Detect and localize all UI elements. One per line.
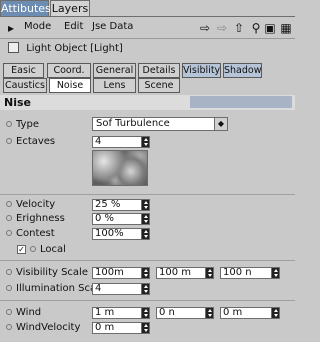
type-label-text: Type — [16, 119, 39, 130]
menu-bar: ▸ Mode Edit Jse Data ⇨ ⇨ ⇧ ⚲ ▣ ▦ — [0, 18, 295, 39]
visibility-scale-label: Visibility Scale — [6, 267, 88, 278]
animate-dot-icon[interactable] — [30, 246, 36, 252]
tab-attributes[interactable]: Attibutes — [0, 0, 51, 17]
section-title: Nise — [4, 96, 31, 109]
visibility-scale-z-stepper[interactable] — [271, 267, 280, 279]
visibility-scale-x-stepper[interactable] — [141, 267, 150, 279]
subtab-basic[interactable]: Easic — [3, 63, 44, 78]
object-header: Light Object [Light] — [8, 41, 123, 57]
tab-underline — [0, 16, 295, 17]
wind-velocity-stepper[interactable] — [141, 322, 150, 334]
animate-dot-icon[interactable] — [6, 230, 12, 236]
animate-dot-icon[interactable] — [6, 201, 12, 207]
contrast-field[interactable]: 100% — [92, 228, 142, 240]
velocity-stepper[interactable] — [141, 199, 150, 211]
subtab-details[interactable]: Details — [138, 63, 180, 78]
noise-preview-image — [92, 150, 148, 186]
local-label-text: Local — [40, 244, 66, 255]
octaves-field[interactable]: 4 — [92, 136, 142, 148]
panel-tabs: Attibutes Layers — [0, 0, 295, 17]
section-bar — [190, 96, 292, 108]
wind-z-stepper[interactable] — [271, 307, 280, 319]
subtab-general[interactable]: General — [93, 63, 136, 78]
brightness-field[interactable]: 0 % — [92, 213, 142, 225]
velocity-label-text: Velocity — [16, 199, 56, 210]
wind-label: Wind — [6, 307, 41, 318]
menu-mode[interactable]: Mode — [24, 21, 51, 32]
brightness-label: Erighness — [6, 213, 65, 224]
arrow-left-icon[interactable]: ⇨ — [198, 20, 212, 36]
menu-edit[interactable]: Edit — [64, 21, 83, 32]
light-object-icon — [8, 42, 19, 53]
tab-layers[interactable]: Layers — [50, 0, 90, 17]
new-panel-icon[interactable]: ▦ — [279, 20, 293, 36]
subtab-visibility[interactable]: Visiblity — [182, 63, 221, 78]
animate-dot-icon[interactable] — [6, 215, 12, 221]
animate-dot-icon[interactable] — [6, 121, 12, 127]
wind-velocity-field[interactable]: 0 m — [92, 322, 142, 334]
wind-x-field[interactable]: 1 m — [92, 307, 142, 319]
octaves-label-text: Ectaves — [16, 136, 56, 147]
visibility-scale-y-stepper[interactable] — [205, 267, 214, 279]
visibility-scale-y-field[interactable]: 100 m — [156, 267, 206, 279]
wind-velocity-label-text: WindVelocity — [16, 322, 81, 333]
visibility-scale-z-field[interactable]: 100 n — [220, 267, 272, 279]
attribute-subtabs: Easic Coord. General Details Visiblity S… — [3, 63, 262, 93]
mode-arrow-icon[interactable]: ▸ — [4, 20, 18, 36]
wind-x-stepper[interactable] — [141, 307, 150, 319]
arrow-right-icon[interactable]: ⇨ — [215, 20, 229, 36]
divider — [0, 260, 295, 261]
animate-dot-icon[interactable] — [6, 309, 12, 315]
animate-dot-icon[interactable] — [6, 269, 12, 275]
local-checkbox[interactable]: ✓ — [17, 245, 26, 254]
section-header: Nise — [0, 95, 295, 110]
search-icon[interactable]: ⚲ — [249, 20, 263, 36]
wind-y-field[interactable]: 0 n — [156, 307, 206, 319]
divider — [0, 300, 295, 301]
velocity-field[interactable]: 25 % — [92, 199, 142, 211]
type-label: Type — [6, 119, 39, 130]
wind-velocity-label: WindVelocity — [6, 322, 80, 333]
illumination-scale-label: Illumination Scale — [6, 283, 105, 294]
subtab-caustics[interactable]: Caustics — [3, 78, 47, 93]
visibility-scale-x-field[interactable]: 100m — [92, 267, 142, 279]
illumination-scale-stepper[interactable] — [141, 283, 150, 295]
arrow-up-icon[interactable]: ⇧ — [232, 20, 246, 36]
type-dropdown[interactable]: Sof Turbulence ◆ — [92, 117, 228, 131]
menu-user-data[interactable]: Jse Data — [92, 21, 133, 32]
illumination-scale-field[interactable]: 4 — [92, 283, 142, 295]
velocity-label: Velocity — [6, 199, 55, 210]
contrast-stepper[interactable] — [141, 228, 150, 240]
animate-dot-icon[interactable] — [6, 285, 12, 291]
wind-y-stepper[interactable] — [205, 307, 214, 319]
subtab-coord[interactable]: Coord. — [47, 63, 91, 78]
subtab-lens[interactable]: Lens — [93, 78, 136, 93]
wind-z-field[interactable]: 0 m — [220, 307, 272, 319]
brightness-label-text: Erighness — [16, 213, 65, 224]
visibility-scale-label-text: Visibility Scale — [16, 267, 88, 278]
octaves-stepper[interactable] — [141, 136, 150, 148]
subtab-shadow[interactable]: Shadow — [223, 63, 262, 78]
animate-dot-icon[interactable] — [6, 324, 12, 330]
divider — [0, 194, 295, 195]
diamond-icon[interactable]: ◆ — [214, 117, 228, 131]
animate-dot-icon[interactable] — [6, 138, 12, 144]
contrast-label: Contest — [6, 228, 55, 239]
brightness-stepper[interactable] — [141, 213, 150, 225]
octaves-label: Ectaves — [6, 136, 55, 147]
wind-label-text: Wind — [16, 307, 42, 318]
subtab-noise[interactable]: Noise — [49, 78, 91, 93]
lock-icon[interactable]: ▣ — [263, 20, 277, 36]
contrast-label-text: Contest — [16, 228, 55, 239]
subtab-scene[interactable]: Scene — [138, 78, 180, 93]
type-dropdown-value: Sof Turbulence — [96, 118, 170, 129]
object-title: Light Object [Light] — [26, 43, 123, 54]
local-label: Local — [30, 244, 66, 255]
